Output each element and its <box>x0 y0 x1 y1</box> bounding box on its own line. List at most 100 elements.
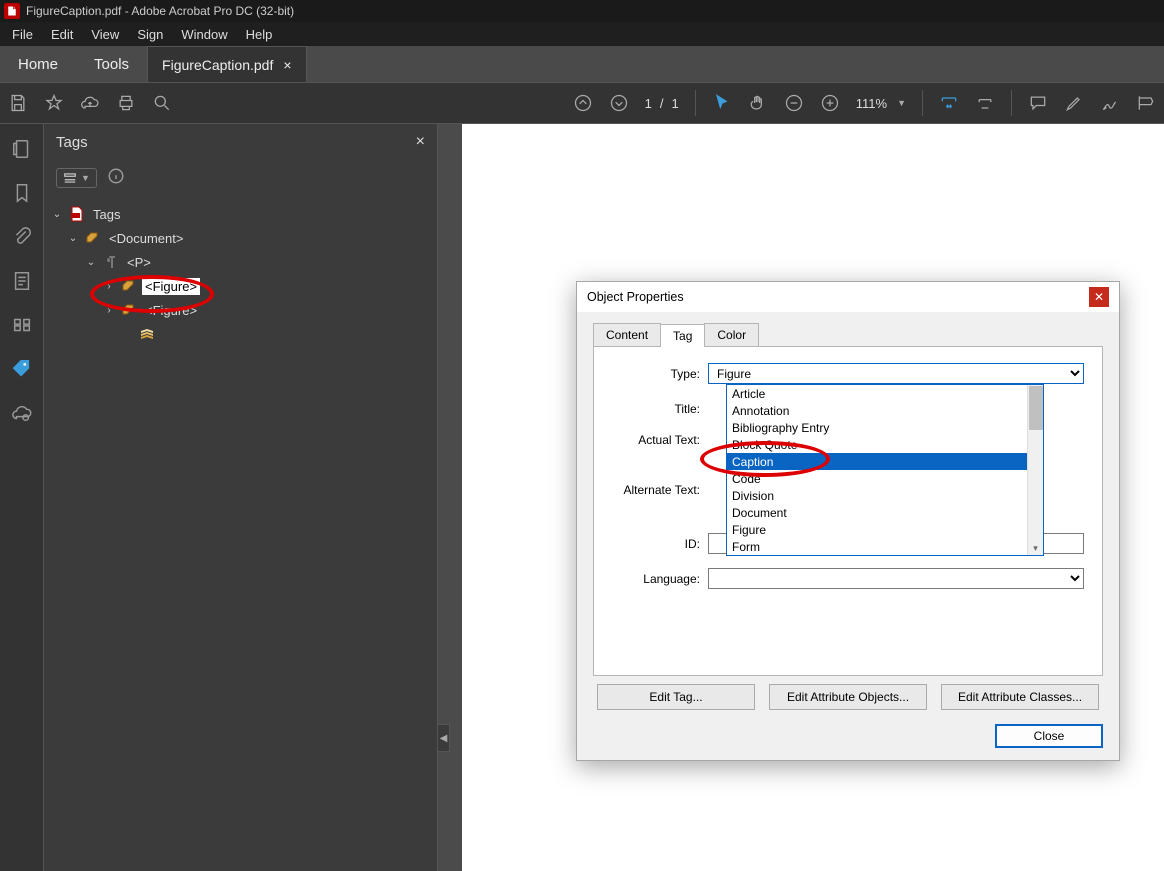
pdf-icon <box>68 205 86 223</box>
panel-collapse-handle[interactable]: ◀ <box>438 724 450 752</box>
tags-panel-header: Tags × <box>44 124 437 160</box>
caret-down-icon: ▼ <box>81 173 90 183</box>
fit-page-icon[interactable] <box>975 93 995 113</box>
tree-root[interactable]: ⌄ Tags <box>50 202 431 226</box>
dialog-tab-content[interactable]: Content <box>593 323 661 346</box>
expand-icon[interactable]: › <box>102 305 116 316</box>
dropdown-item[interactable]: Form <box>727 538 1043 555</box>
tab-label: Content <box>606 328 648 342</box>
page-up-icon[interactable] <box>573 93 593 113</box>
tab-tools[interactable]: Tools <box>76 46 147 82</box>
type-label: Type: <box>612 367 708 381</box>
order-panel-icon[interactable] <box>11 314 33 336</box>
tab-home[interactable]: Home <box>0 46 76 82</box>
menu-sign[interactable]: Sign <box>129 25 171 44</box>
tags-panel-icon[interactable] <box>11 358 33 380</box>
type-select[interactable]: Figure <box>708 363 1084 384</box>
zoom-level[interactable]: 111% ▼ <box>856 96 906 111</box>
sign-icon[interactable] <box>1100 93 1120 113</box>
panel-close-icon[interactable]: × <box>416 133 425 151</box>
menu-window[interactable]: Window <box>173 25 235 44</box>
type-row: Type: Figure <box>612 363 1084 384</box>
dialog-tab-tag[interactable]: Tag <box>660 324 705 347</box>
dropdown-item[interactable]: Figure <box>727 521 1043 538</box>
dialog-titlebar[interactable]: Object Properties ✕ <box>577 282 1119 312</box>
toolbar-separator <box>695 90 696 116</box>
dialog-close-button[interactable]: Close <box>995 724 1103 748</box>
bookmarks-icon[interactable] <box>11 182 33 204</box>
type-dropdown-list: Article Annotation Bibliography Entry Bl… <box>726 384 1044 556</box>
tree-root-label: Tags <box>90 206 123 223</box>
tab-home-label: Home <box>18 56 58 73</box>
tags-options-button[interactable]: ▼ <box>56 168 97 188</box>
hand-icon[interactable] <box>748 93 768 113</box>
dropdown-item-selected[interactable]: Caption <box>727 453 1043 470</box>
tab-label: Color <box>717 328 746 342</box>
tree-figure-1[interactable]: › <Figure> <box>50 274 431 298</box>
tab-close-icon[interactable]: × <box>283 57 291 73</box>
tab-document[interactable]: FigureCaption.pdf × <box>147 46 306 82</box>
menu-view[interactable]: View <box>83 25 127 44</box>
language-select[interactable] <box>708 568 1084 589</box>
cloud-up-icon[interactable] <box>80 93 100 113</box>
menu-help[interactable]: Help <box>238 25 281 44</box>
fit-width-icon[interactable] <box>939 93 959 113</box>
content-panel-icon[interactable] <box>11 270 33 292</box>
highlight-icon[interactable] <box>1064 93 1084 113</box>
edit-tag-button[interactable]: Edit Tag... <box>597 684 755 710</box>
star-icon[interactable] <box>44 93 64 113</box>
dropdown-scrollbar[interactable]: ▾ <box>1027 385 1043 555</box>
tree-figure-2[interactable]: › <Figure> <box>50 298 431 322</box>
save-icon[interactable] <box>8 93 28 113</box>
pointer-icon[interactable] <box>712 93 732 113</box>
stamp-icon[interactable] <box>1136 93 1156 113</box>
page-sep: / <box>660 96 664 111</box>
dialog-tabs: Content Tag Color <box>593 322 1103 346</box>
cloud-icon[interactable] <box>11 402 33 424</box>
scroll-down-icon[interactable]: ▾ <box>1029 541 1043 555</box>
edit-attribute-classes-button[interactable]: Edit Attribute Classes... <box>941 684 1099 710</box>
zoom-out-icon[interactable] <box>784 93 804 113</box>
dropdown-item[interactable]: Article <box>727 385 1043 402</box>
attachments-icon[interactable] <box>11 226 33 248</box>
dialog-tab-color[interactable]: Color <box>704 323 759 346</box>
dropdown-item[interactable]: Code <box>727 470 1043 487</box>
tree-content-item[interactable] <box>50 322 431 346</box>
thumbnails-icon[interactable] <box>11 138 33 160</box>
collapse-icon[interactable]: ⌄ <box>84 257 98 268</box>
dropdown-item[interactable]: Document <box>727 504 1043 521</box>
title-label: Title: <box>612 402 708 416</box>
zoom-in-icon[interactable] <box>820 93 840 113</box>
dialog-close-icon[interactable]: ✕ <box>1089 287 1109 307</box>
page-current[interactable]: 1 <box>645 96 652 111</box>
menu-file[interactable]: File <box>4 25 41 44</box>
toolbar-separator <box>1011 90 1012 116</box>
expand-icon[interactable]: › <box>102 281 116 292</box>
collapse-icon[interactable]: ⌄ <box>50 209 64 220</box>
dropdown-item[interactable]: Block Quote <box>727 436 1043 453</box>
print-icon[interactable] <box>116 93 136 113</box>
dropdown-item[interactable]: Division <box>727 487 1043 504</box>
menu-edit[interactable]: Edit <box>43 25 81 44</box>
dialog-button-row: Edit Tag... Edit Attribute Objects... Ed… <box>593 684 1103 710</box>
collapse-icon[interactable]: ⌄ <box>66 233 80 244</box>
dropdown-item[interactable]: Annotation <box>727 402 1043 419</box>
tab-label: Tag <box>673 329 692 343</box>
info-icon[interactable] <box>107 167 125 190</box>
id-label: ID: <box>612 537 708 551</box>
tree-figure-2-label: <Figure> <box>142 302 200 319</box>
object-properties-dialog: Object Properties ✕ Content Tag Color Ty… <box>576 281 1120 761</box>
dropdown-item[interactable]: Bibliography Entry <box>727 419 1043 436</box>
scrollbar-thumb[interactable] <box>1029 386 1043 430</box>
search-icon[interactable] <box>152 93 172 113</box>
dialog-body: Content Tag Color Type: Figure Article A… <box>577 312 1119 760</box>
edit-attribute-objects-button[interactable]: Edit Attribute Objects... <box>769 684 927 710</box>
tree-figure-1-label: <Figure> <box>142 278 200 295</box>
tags-panel: Tags × ▼ ⌄ Tags ⌄ <Document <box>44 124 438 871</box>
comment-icon[interactable] <box>1028 93 1048 113</box>
menubar: File Edit View Sign Window Help <box>0 22 1164 46</box>
tree-document[interactable]: ⌄ <Document> <box>50 226 431 250</box>
tree-p[interactable]: ⌄ <P> <box>50 250 431 274</box>
toolbar-separator <box>922 90 923 116</box>
page-down-icon[interactable] <box>609 93 629 113</box>
